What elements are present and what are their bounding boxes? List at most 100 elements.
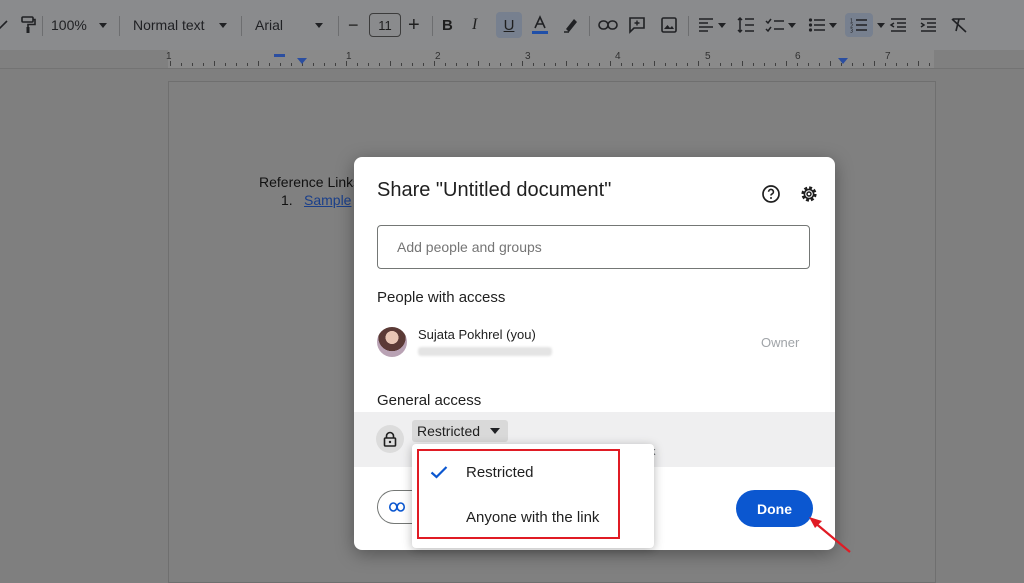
ruler-tick <box>742 61 743 66</box>
ruler-tick <box>918 61 919 66</box>
chevron-down-icon <box>788 22 796 28</box>
done-button[interactable]: Done <box>736 490 813 527</box>
first-line-indent-marker[interactable] <box>274 54 285 57</box>
ruler-tick <box>852 63 853 66</box>
people-with-access-heading: People with access <box>377 289 506 306</box>
chevron-down-icon[interactable] <box>877 23 885 28</box>
ruler-tick <box>170 61 171 66</box>
italic-icon[interactable]: I <box>472 0 477 50</box>
settings-icon[interactable] <box>798 183 820 205</box>
user-role: Owner <box>761 335 800 350</box>
ruler-tick <box>511 63 512 66</box>
ruler-tick <box>764 63 765 66</box>
ruler-tick <box>445 63 446 66</box>
line-spacing-icon[interactable] <box>737 0 755 50</box>
ruler-tick <box>357 63 358 66</box>
link-icon[interactable] <box>598 0 618 50</box>
increase-font-size-button[interactable]: + <box>408 0 420 50</box>
ruler-tick <box>599 63 600 66</box>
doc-heading: Reference Links <box>259 174 361 190</box>
ruler-tick <box>489 63 490 66</box>
font-size-value: 11 <box>369 13 401 37</box>
ruler-tick <box>643 63 644 66</box>
comment-icon[interactable] <box>628 0 646 50</box>
ruler-tick <box>368 63 369 66</box>
ruler-tick <box>390 61 391 66</box>
ruler-tick <box>566 61 567 66</box>
align-icon[interactable] <box>697 0 726 50</box>
ruler-tick <box>786 61 787 66</box>
caret-down-icon <box>490 428 501 434</box>
ruler-tick <box>544 63 545 66</box>
right-indent-marker[interactable] <box>838 58 848 64</box>
indent-increase-icon[interactable] <box>919 0 937 50</box>
underline-icon[interactable]: U <box>496 12 522 38</box>
indent-decrease-icon[interactable] <box>889 0 907 50</box>
chevron-down-icon <box>315 22 324 28</box>
ruler-tick <box>819 63 820 66</box>
spellcheck-icon[interactable] <box>0 0 8 50</box>
chevron-down-icon <box>829 22 837 28</box>
general-access-menu: Restricted Anyone with the link <box>412 444 654 548</box>
annotation-highlight-box <box>417 449 620 539</box>
checklist-icon[interactable] <box>765 0 796 50</box>
ruler-tick <box>577 63 578 66</box>
ruler-number: 4 <box>615 51 621 62</box>
ruler-number: 6 <box>795 51 801 62</box>
ruler-tick <box>214 61 215 66</box>
ruler-tick <box>610 61 611 66</box>
copy-link-button[interactable] <box>377 490 417 524</box>
font-value: Arial <box>255 17 284 33</box>
ruler-tick <box>500 63 501 66</box>
chevron-down-icon <box>718 22 726 28</box>
ruler-tick <box>621 63 622 66</box>
general-access-dropdown[interactable]: Restricted <box>412 420 509 442</box>
ruler-tick <box>236 63 237 66</box>
paint-format-icon[interactable] <box>17 0 39 50</box>
ruler-tick <box>258 61 259 66</box>
highlighter-icon[interactable] <box>562 0 580 50</box>
bulleted-list-icon[interactable] <box>808 0 837 50</box>
clear-formatting-icon[interactable] <box>950 0 968 50</box>
font-select[interactable]: Arial <box>255 0 324 50</box>
numbered-list-icon[interactable]: 123 <box>845 13 873 37</box>
ruler-tick <box>423 63 424 66</box>
ruler-tick <box>588 63 589 66</box>
zoom-select[interactable]: 100% <box>51 0 107 50</box>
left-indent-marker[interactable] <box>297 58 307 64</box>
ruler-tick <box>698 61 699 66</box>
add-people-input[interactable] <box>377 225 810 269</box>
user-email-redacted <box>418 347 552 356</box>
ruler-tick <box>709 63 710 66</box>
ruler-tick <box>676 63 677 66</box>
image-icon[interactable] <box>660 0 678 50</box>
ruler-tick <box>412 63 413 66</box>
chevron-down-icon <box>98 22 107 28</box>
ruler-tick <box>896 63 897 66</box>
doc-list-number: 1. <box>281 192 293 208</box>
ruler-tick <box>335 63 336 66</box>
ruler-tick <box>907 63 908 66</box>
help-icon[interactable] <box>760 183 782 205</box>
ruler-tick <box>379 63 380 66</box>
svg-text:3: 3 <box>850 29 853 34</box>
ruler-tick <box>324 63 325 66</box>
ruler-tick <box>555 63 556 66</box>
style-select[interactable]: Normal text <box>133 0 227 50</box>
ruler-tick <box>456 63 457 66</box>
decrease-font-size-button[interactable]: − <box>348 0 359 50</box>
chevron-down-icon <box>218 22 227 28</box>
dialog-title: Share "Untitled document" <box>377 179 612 201</box>
ruler-number: 7 <box>885 51 891 62</box>
ruler-tick <box>434 61 435 66</box>
ruler-tick <box>401 63 402 66</box>
ruler-tick <box>467 63 468 66</box>
ruler-tick <box>731 63 732 66</box>
ruler-tick <box>808 63 809 66</box>
text-color-icon[interactable] <box>530 0 550 50</box>
font-size-field[interactable]: 11 <box>369 0 401 50</box>
doc-link[interactable]: Sample <box>304 192 351 208</box>
ruler-tick <box>247 63 248 66</box>
user-name: Sujata Pokhrel (you) <box>418 327 536 342</box>
bold-icon[interactable]: B <box>442 0 453 50</box>
